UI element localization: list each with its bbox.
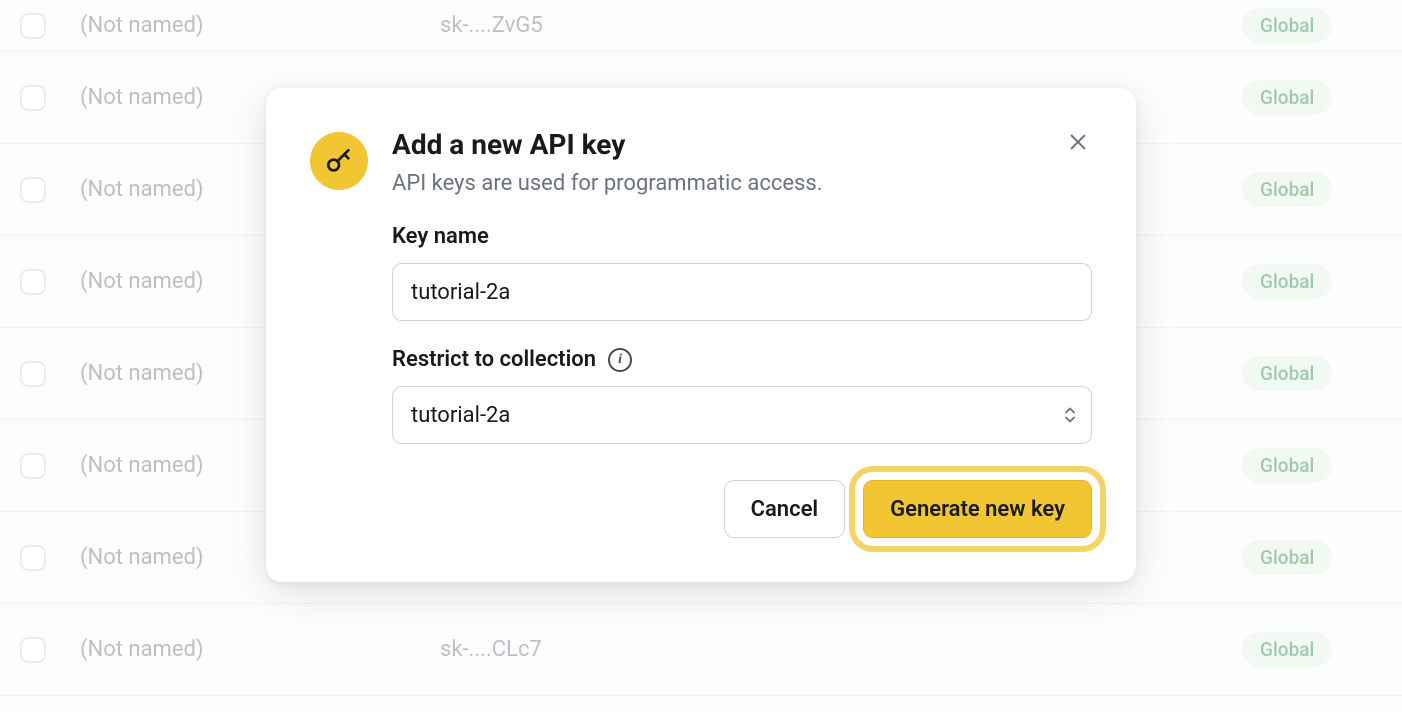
close-button[interactable]	[1064, 128, 1092, 156]
info-icon[interactable]: i	[608, 348, 632, 372]
close-icon	[1067, 131, 1089, 153]
collection-selected-value: tutorial-2a	[411, 403, 510, 428]
modal-overlay: Add a new API key API keys are used for …	[0, 0, 1402, 712]
key-name-label: Key name	[392, 224, 1092, 249]
cancel-button[interactable]: Cancel	[724, 480, 846, 538]
key-name-input[interactable]	[392, 263, 1092, 321]
modal-subtitle: API keys are used for programmatic acces…	[392, 171, 1092, 196]
modal-title: Add a new API key	[392, 128, 1092, 161]
generate-new-key-button[interactable]: Generate new key	[863, 480, 1092, 538]
collection-label: Restrict to collection	[392, 347, 596, 372]
add-api-key-modal: Add a new API key API keys are used for …	[266, 88, 1136, 582]
generate-button-highlight: Generate new key	[863, 480, 1092, 538]
key-icon	[310, 132, 368, 190]
collection-select[interactable]: tutorial-2a	[392, 386, 1092, 444]
